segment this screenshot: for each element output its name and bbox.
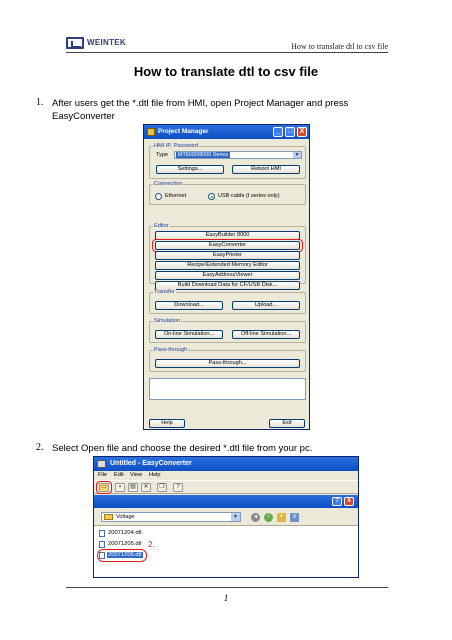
offline-simulation-button[interactable]: Off-line Simulation... (232, 330, 300, 339)
up-folder-icon[interactable]: ↑ (264, 513, 273, 522)
company-logo: WEINTEK (66, 37, 126, 51)
menu-bar: File Edit View Help (94, 471, 358, 480)
easyconverter-window: Untitled - EasyConverter File Edit View … (93, 456, 359, 578)
minimize-button[interactable]: _ (273, 127, 283, 137)
chevron-down-icon: ▼ (231, 513, 240, 521)
app-icon (97, 460, 106, 468)
dialog-close-button[interactable]: X (344, 497, 354, 506)
step-1: 1. After users get the *.dtl file from H… (36, 97, 396, 123)
type-label: Type (156, 152, 169, 158)
output-textarea[interactable] (149, 378, 306, 400)
toolbar: ▭ ▪ ▤ ✕ ❐ ? (94, 480, 358, 494)
look-in-value: Voltage (116, 514, 135, 520)
group-label: HMI IP, Password (153, 143, 200, 149)
project-manager-window: Project Manager _ □ X HMI IP, Password T… (143, 124, 310, 430)
exit-button[interactable]: Exit (269, 419, 305, 428)
file-name: 20071205.dtl (108, 541, 142, 547)
back-icon[interactable]: ◂ (251, 513, 260, 522)
highlight-outline (96, 481, 112, 494)
easyaddressviewer-button[interactable]: EasyAddressViewer (155, 271, 300, 280)
open-dialog-title-bar: ? X (94, 495, 358, 508)
upload-button[interactable]: Upload... (232, 301, 300, 310)
header-doc-title: How to translate dtl to csv file (291, 42, 388, 51)
reboot-hmi-button[interactable]: Reboot HMI (232, 165, 300, 174)
copy-icon[interactable]: ❐ (157, 483, 167, 492)
download-button[interactable]: Download... (155, 301, 223, 310)
menu-help[interactable]: Help (149, 472, 161, 478)
print-icon[interactable]: ▤ (128, 483, 138, 492)
group-label: Simulation (153, 318, 182, 324)
radio-ethernet[interactable] (155, 193, 162, 200)
step-annotation: 2. (148, 540, 155, 549)
new-folder-icon[interactable]: + (277, 513, 286, 522)
type-select[interactable]: MT6000/8000 Series ▼ (174, 151, 302, 159)
help-icon[interactable]: ? (173, 483, 183, 492)
group-label: Editor (153, 223, 170, 229)
file-name: 20071204.dtl (108, 530, 142, 536)
settings-button[interactable]: Settings... (156, 165, 224, 174)
help-button[interactable]: Help (149, 419, 185, 428)
step-number: 2. (36, 442, 44, 453)
document-title: How to translate dtl to csv file (133, 64, 319, 79)
menu-file[interactable]: File (98, 472, 107, 478)
footer-rule (66, 587, 388, 588)
recipe-editor-button[interactable]: Recipe/Extended Memory Editor (155, 261, 300, 270)
logo-mark-icon (66, 37, 84, 49)
highlight-outline (97, 549, 147, 562)
look-in-select[interactable]: Voltage ▼ (101, 512, 241, 522)
build-download-data-button[interactable]: Build Download Data for CF/USB Disk... (155, 281, 300, 290)
title-bar: Untitled - EasyConverter (94, 457, 358, 471)
easyprinter-button[interactable]: EasyPrinter (155, 251, 300, 260)
page-number: 1 (223, 593, 229, 603)
simulation-group: Simulation On-line Simulation... Off-lin… (149, 318, 306, 343)
group-label: Connection (153, 181, 184, 187)
chevron-down-icon: ▼ (293, 152, 301, 158)
title-bar: Project Manager _ □ X (144, 125, 309, 139)
dialog-help-button[interactable]: ? (332, 497, 342, 506)
export-icon[interactable]: ✕ (141, 483, 151, 492)
header-rule (66, 52, 388, 53)
maximize-button[interactable]: □ (285, 127, 295, 137)
save-icon[interactable]: ▪ (115, 483, 125, 492)
online-simulation-button[interactable]: On-line Simulation... (155, 330, 223, 339)
file-icon (99, 541, 105, 548)
type-selected-value: MT6000/8000 Series (176, 152, 231, 158)
close-button[interactable]: X (297, 127, 307, 137)
pass-through-group: Pass-through Pass-through... (149, 347, 306, 372)
menu-view[interactable]: View (130, 472, 142, 478)
step-text: Select Open file and choose the desired … (52, 443, 313, 454)
hmi-group: HMI IP, Password Type MT6000/8000 Series… (149, 143, 306, 179)
connection-group: Connection Ethernet USB cable (I series … (149, 181, 306, 205)
radio-label: Ethernet (165, 193, 187, 199)
file-list: 20071204.dtl 20071205.dtl 20071206.dtl 2… (94, 525, 358, 577)
step-2: 2. Select Open file and choose the desir… (36, 442, 396, 455)
step-text: After users get the *.dtl file from HMI,… (52, 98, 349, 122)
folder-icon (104, 514, 113, 520)
radio-usb-cable[interactable] (208, 193, 215, 200)
pass-through-button[interactable]: Pass-through... (155, 359, 300, 368)
transfer-group: Transfer Download... Upload... (149, 289, 306, 314)
file-icon (99, 530, 105, 537)
app-icon (147, 128, 155, 136)
window-title: Project Manager (158, 128, 209, 135)
menu-edit[interactable]: Edit (114, 472, 124, 478)
group-label: Transfer (153, 289, 176, 295)
view-menu-icon[interactable]: ≡ (290, 513, 299, 522)
window-title: Untitled - EasyConverter (110, 460, 192, 467)
radio-label: USB cable (I series only) (218, 193, 280, 199)
logo-text: WEINTEK (87, 38, 126, 47)
editor-group: Editor EasyBuilder 8000 EasyConverter Ea… (149, 223, 306, 290)
group-label: Pass-through (153, 347, 189, 353)
step-number: 1. (36, 97, 44, 108)
